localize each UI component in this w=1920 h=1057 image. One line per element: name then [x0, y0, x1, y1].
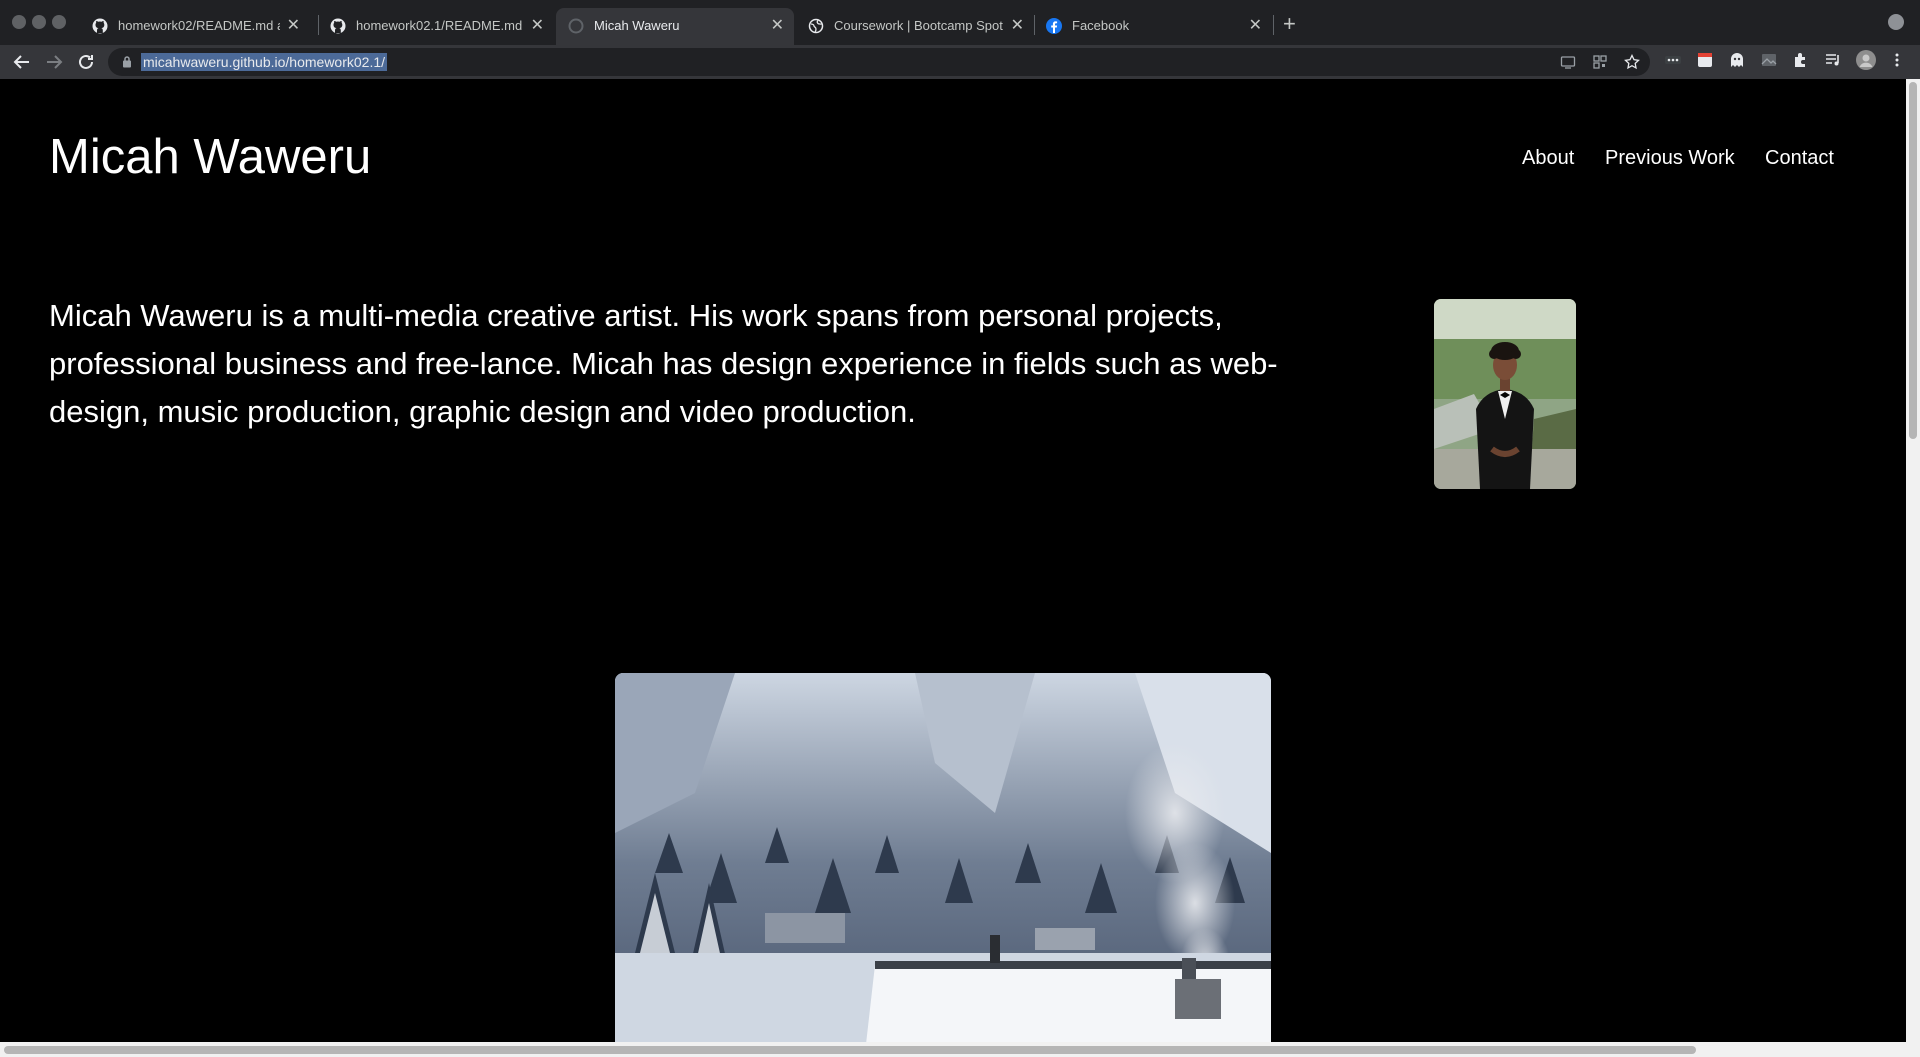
- new-tab-plus-icon[interactable]: +: [1283, 11, 1296, 37]
- globe-loading-icon: [568, 18, 584, 34]
- tab-search-chevron-icon[interactable]: [1888, 14, 1904, 30]
- cast-icon[interactable]: [1560, 54, 1576, 70]
- github-icon: [92, 18, 108, 34]
- url-text[interactable]: micahwaweru.github.io/homework02.1/: [141, 53, 388, 71]
- browser-tab-active[interactable]: Micah Waweru ✕: [556, 8, 794, 45]
- address-bar[interactable]: micahwaweru.github.io/homework02.1/: [108, 48, 1650, 76]
- browser-tab[interactable]: Coursework | Bootcamp Spot ✕: [796, 8, 1034, 45]
- minimize-window-icon[interactable]: [32, 15, 46, 29]
- site-title[interactable]: Micah Waweru: [49, 129, 371, 185]
- hero-photo-snowy-village: [615, 673, 1271, 1042]
- calendar-extension-icon[interactable]: [1696, 51, 1714, 69]
- browser-tab[interactable]: Facebook ✕: [1034, 8, 1272, 45]
- facebook-icon: [1046, 18, 1062, 34]
- profile-avatar-icon[interactable]: [1856, 50, 1876, 70]
- tab-title: homework02.1/README.md at: [356, 18, 524, 33]
- tab-separator: [1273, 15, 1274, 35]
- vertical-scrollbar-thumb[interactable]: [1909, 82, 1917, 439]
- kebab-menu-icon[interactable]: [1888, 51, 1906, 69]
- github-icon: [330, 18, 346, 34]
- close-tab-icon[interactable]: ✕: [531, 15, 544, 35]
- nav-link-contact[interactable]: Contact: [1765, 147, 1834, 170]
- ghost-extension-icon[interactable]: [1728, 51, 1746, 69]
- lock-icon[interactable]: [122, 55, 132, 68]
- horizontal-scrollbar-thumb[interactable]: [4, 1046, 1696, 1054]
- browser-tab[interactable]: homework02/README.md at m ✕: [80, 8, 310, 45]
- qr-code-icon[interactable]: [1592, 54, 1608, 70]
- close-window-icon[interactable]: [12, 15, 26, 29]
- forward-arrow-icon[interactable]: [42, 50, 66, 74]
- puzzle-extensions-icon[interactable]: [1792, 51, 1810, 69]
- tab-title: Facebook: [1072, 18, 1130, 33]
- close-tab-icon[interactable]: ✕: [287, 15, 300, 35]
- page-content: Micah Waweru About Previous Work Contact…: [0, 79, 1906, 1042]
- browser-toolbar: micahwaweru.github.io/homework02.1/: [0, 45, 1920, 79]
- globe-icon: [808, 18, 824, 34]
- bookmark-star-icon[interactable]: [1624, 54, 1640, 70]
- media-queue-icon[interactable]: [1824, 51, 1842, 69]
- portrait-photo: [1434, 299, 1576, 489]
- back-arrow-icon[interactable]: [10, 50, 34, 74]
- extension-dots-icon[interactable]: [1664, 51, 1682, 69]
- reload-icon[interactable]: [74, 50, 98, 74]
- close-tab-icon[interactable]: ✕: [771, 15, 784, 35]
- browser-tab[interactable]: homework02.1/README.md at ✕: [318, 8, 554, 45]
- maximize-window-icon[interactable]: [52, 15, 66, 29]
- tab-title: Micah Waweru: [594, 18, 680, 33]
- close-tab-icon[interactable]: ✕: [1249, 15, 1262, 35]
- picture-extension-icon[interactable]: [1760, 51, 1778, 69]
- close-tab-icon[interactable]: ✕: [1011, 15, 1024, 35]
- tab-title: homework02/README.md at m: [118, 18, 280, 33]
- nav-link-previous-work[interactable]: Previous Work: [1605, 147, 1735, 170]
- tab-title: Coursework | Bootcamp Spot: [834, 18, 1003, 33]
- bio-paragraph: Micah Waweru is a multi-media creative a…: [49, 298, 1278, 429]
- nav-link-about[interactable]: About: [1522, 147, 1574, 170]
- tab-strip: homework02/README.md at m ✕ homework02.1…: [0, 0, 1920, 45]
